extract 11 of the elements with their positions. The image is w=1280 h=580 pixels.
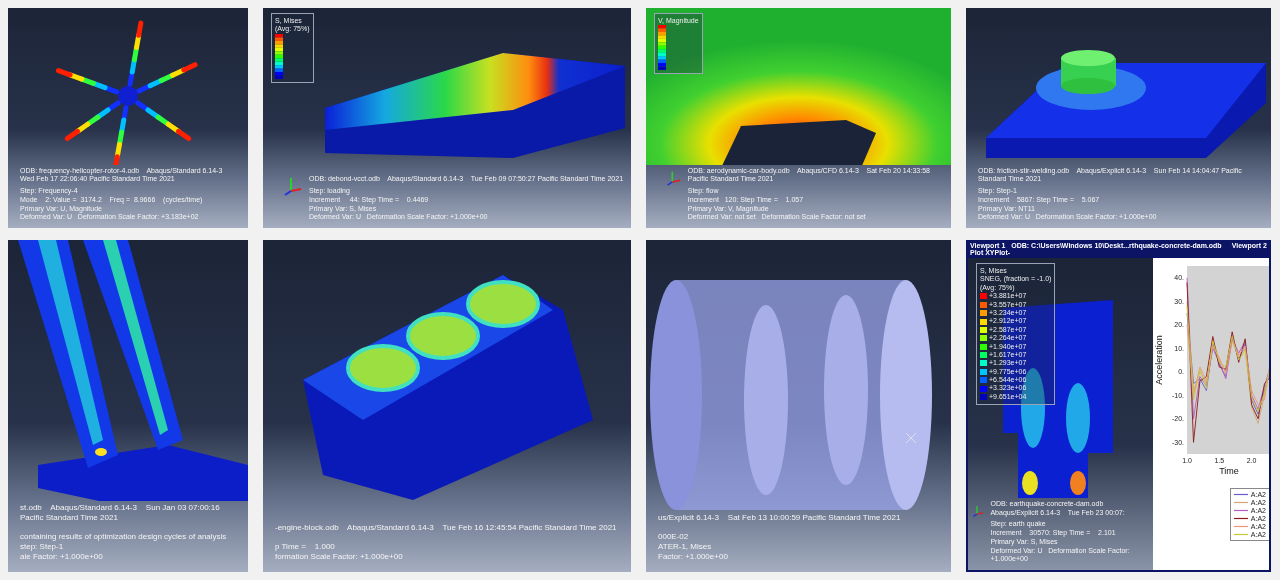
axis-title: Time [1219, 466, 1239, 476]
step-info-line: 000E-02 [658, 532, 690, 542]
odb-info-line: st.odb Abaqus/Standard 6.14-3 Sun Jan 03 07:00:16 Pacific Standard Time 2021 [20, 503, 221, 523]
odb-info-line: -engine-block.odb Abaqus/Standard 6.14-3 Tue Feb 16 12:45:54 Pacific Standard Time 2021 [275, 523, 617, 533]
step-info-line: ATER-1, Mises [658, 542, 713, 552]
odb-info-line: us/Explicit 6.14-3 Sat Feb 13 10:00:59 Pacific Standard Time 2021 [658, 513, 901, 523]
axis-title: Acceleration [1154, 335, 1164, 385]
step-info-line: formation Scale Factor: +1.000e+00 [275, 552, 404, 562]
step-info-line: Factor: +1.000e+00 [658, 552, 729, 562]
step-info-line: p Time = 1.000 [275, 542, 336, 552]
step-info-line: ale Factor: +1.000e+00 [20, 552, 104, 562]
